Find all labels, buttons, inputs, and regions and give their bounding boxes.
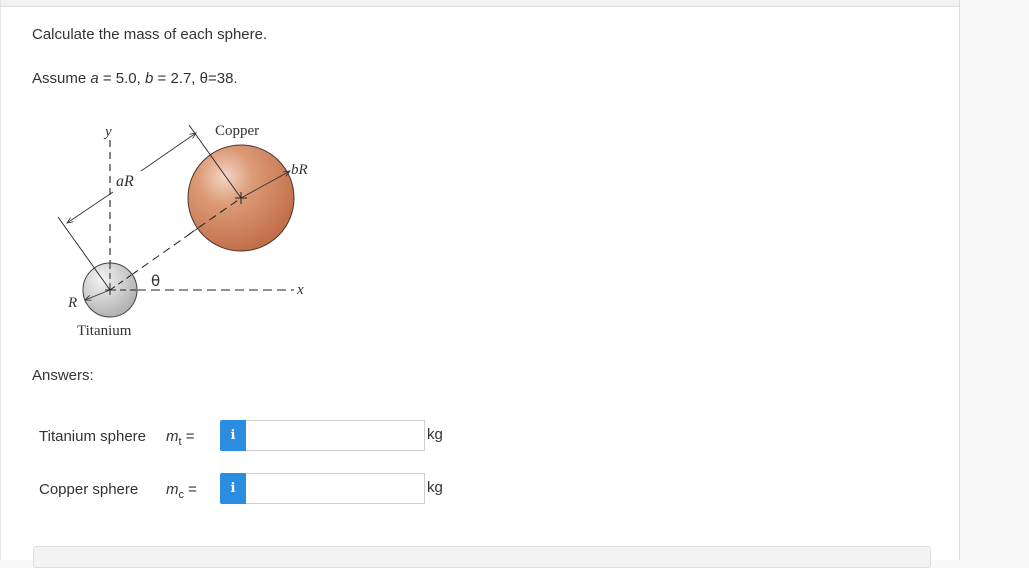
copper-mass-input[interactable] <box>246 473 425 504</box>
a-value: = 5.0, <box>98 70 145 87</box>
angle-label: θ <box>151 272 160 290</box>
question-assumptions: Assume a = 5.0, b = 2.7, θ=38. <box>32 70 238 87</box>
row-variable: mc = <box>166 481 197 501</box>
extension-line-titanium <box>57 216 111 291</box>
row-label: Titanium sphere <box>39 428 146 445</box>
var-a: a <box>90 70 99 87</box>
next-section-box <box>33 546 931 568</box>
x-axis-label: x <box>296 282 304 298</box>
unit-label: kg <box>427 426 443 443</box>
info-icon[interactable]: i <box>220 420 246 451</box>
titanium-mass-input[interactable] <box>246 420 425 451</box>
dimension-arrow-lower <box>67 191 114 223</box>
copper-radius-label: bR <box>291 162 308 178</box>
titanium-radius-label: R <box>67 295 77 311</box>
row-label: Copper sphere <box>39 481 139 498</box>
spheres-diagram: y x aR Copper bR R Titanium θ <box>57 123 308 339</box>
question-panel: Calculate the mass of each sphere. Assum… <box>0 0 960 568</box>
row-variable: mt = <box>166 428 195 448</box>
panel-top-bar <box>1 0 959 7</box>
copper-label: Copper <box>215 123 259 139</box>
answers-label: Answers: <box>32 367 94 384</box>
question-prompt: Calculate the mass of each sphere. <box>32 26 268 43</box>
dimension-arrow-upper <box>140 133 196 172</box>
y-axis-label: y <box>103 124 112 140</box>
distance-label: aR <box>116 173 134 190</box>
unit-label: kg <box>427 479 443 496</box>
info-icon[interactable]: i <box>220 473 246 504</box>
assume-prefix: Assume <box>32 70 91 87</box>
b-theta-value: = 2.7, θ=38. <box>153 70 238 87</box>
titanium-label: Titanium <box>77 323 132 339</box>
